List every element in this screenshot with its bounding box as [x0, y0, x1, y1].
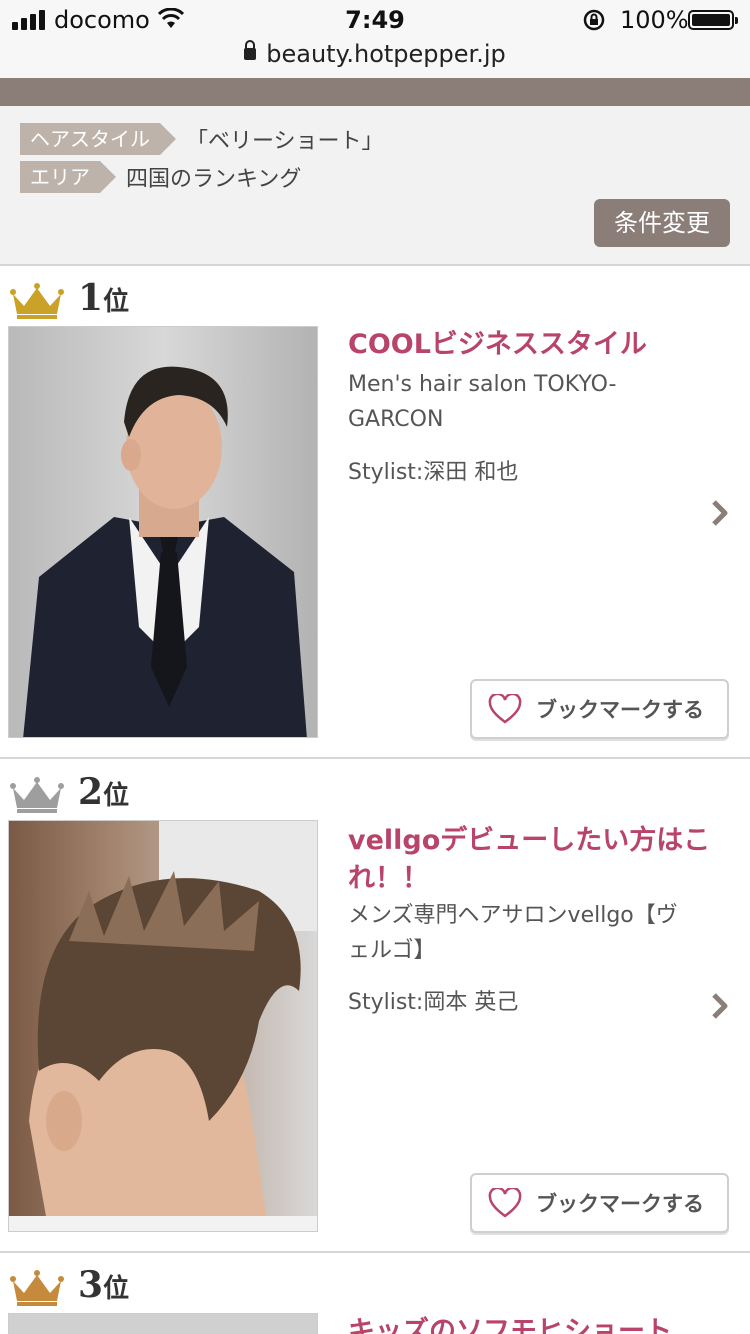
salon-name: Men's hair salon TOKYO-GARCON — [348, 372, 617, 432]
rank-number: 1位 — [78, 277, 130, 319]
hairstyle-photo[interactable] — [8, 326, 318, 738]
rank-heading: 3位 — [10, 1263, 129, 1307]
hairstyle-value: 「ベリーショート」 — [186, 129, 384, 154]
hairstyle-photo[interactable] — [8, 1313, 318, 1334]
bookmark-button[interactable]: ブックマークする — [470, 1173, 729, 1233]
gold-crown-icon — [10, 283, 64, 319]
url-bar[interactable]: beauty.hotpepper.jp — [0, 40, 750, 78]
salon-name: メンズ専門ヘアサロンvellgo【ヴェルゴ】 — [348, 903, 678, 963]
heart-icon — [488, 694, 522, 724]
rank-number: 3位 — [78, 1264, 130, 1306]
url-text: beauty.hotpepper.jp — [266, 40, 506, 68]
condition-area: エリア 四国のランキング — [20, 161, 301, 193]
area-value: 四国のランキング — [126, 167, 302, 192]
style-title-link[interactable]: キッズのソフモヒショート — [348, 1313, 718, 1334]
page-header-band — [0, 78, 750, 106]
rotation-lock-icon — [583, 9, 605, 31]
divider — [0, 757, 750, 759]
battery-percent: 100% — [620, 6, 689, 34]
search-conditions: ヘアスタイル 「ベリーショート」 エリア 四国のランキング 条件変更 — [0, 106, 750, 266]
battery-icon — [688, 10, 738, 30]
hairstyle-tag: ヘアスタイル — [20, 123, 176, 155]
chevron-right-icon[interactable] — [710, 499, 730, 527]
change-conditions-button[interactable]: 条件変更 — [594, 199, 730, 247]
status-bar: docomo 7:49 100% — [0, 0, 750, 40]
rank-heading: 2位 — [10, 770, 129, 814]
area-tag: エリア — [20, 161, 116, 193]
silver-crown-icon — [10, 777, 64, 813]
hairstyle-photo[interactable] — [8, 820, 318, 1232]
stylist-name: Stylist:深田 和也 — [348, 460, 519, 485]
rank-number: 2位 — [78, 771, 130, 813]
ranking-item-3[interactable]: 3位 キッズのソフモヒショート — [0, 1253, 750, 1334]
ranking-item-1[interactable]: 1位 COOLビジネススタイル Men's hair salon TOKYO-G… — [0, 266, 750, 758]
ranking-item-2[interactable]: 2位 vellgoデビューしたい方はこれ！！ メンズ専門ヘアサロンvellgo【… — [0, 760, 750, 1252]
rank-heading: 1位 — [10, 276, 129, 320]
stylist-name: Stylist:岡本 英己 — [348, 990, 519, 1015]
heart-icon — [488, 1188, 522, 1218]
bookmark-label: ブックマークする — [536, 698, 704, 722]
style-title-link[interactable]: vellgoデビューしたい方はこれ！！ — [348, 822, 718, 898]
style-title-link[interactable]: COOLビジネススタイル — [348, 326, 718, 364]
bookmark-button[interactable]: ブックマークする — [470, 679, 729, 739]
bookmark-label: ブックマークする — [536, 1192, 704, 1216]
condition-hairstyle: ヘアスタイル 「ベリーショート」 — [20, 123, 384, 155]
chevron-right-icon[interactable] — [710, 992, 730, 1020]
padlock-icon — [244, 40, 257, 60]
bronze-crown-icon — [10, 1270, 64, 1306]
